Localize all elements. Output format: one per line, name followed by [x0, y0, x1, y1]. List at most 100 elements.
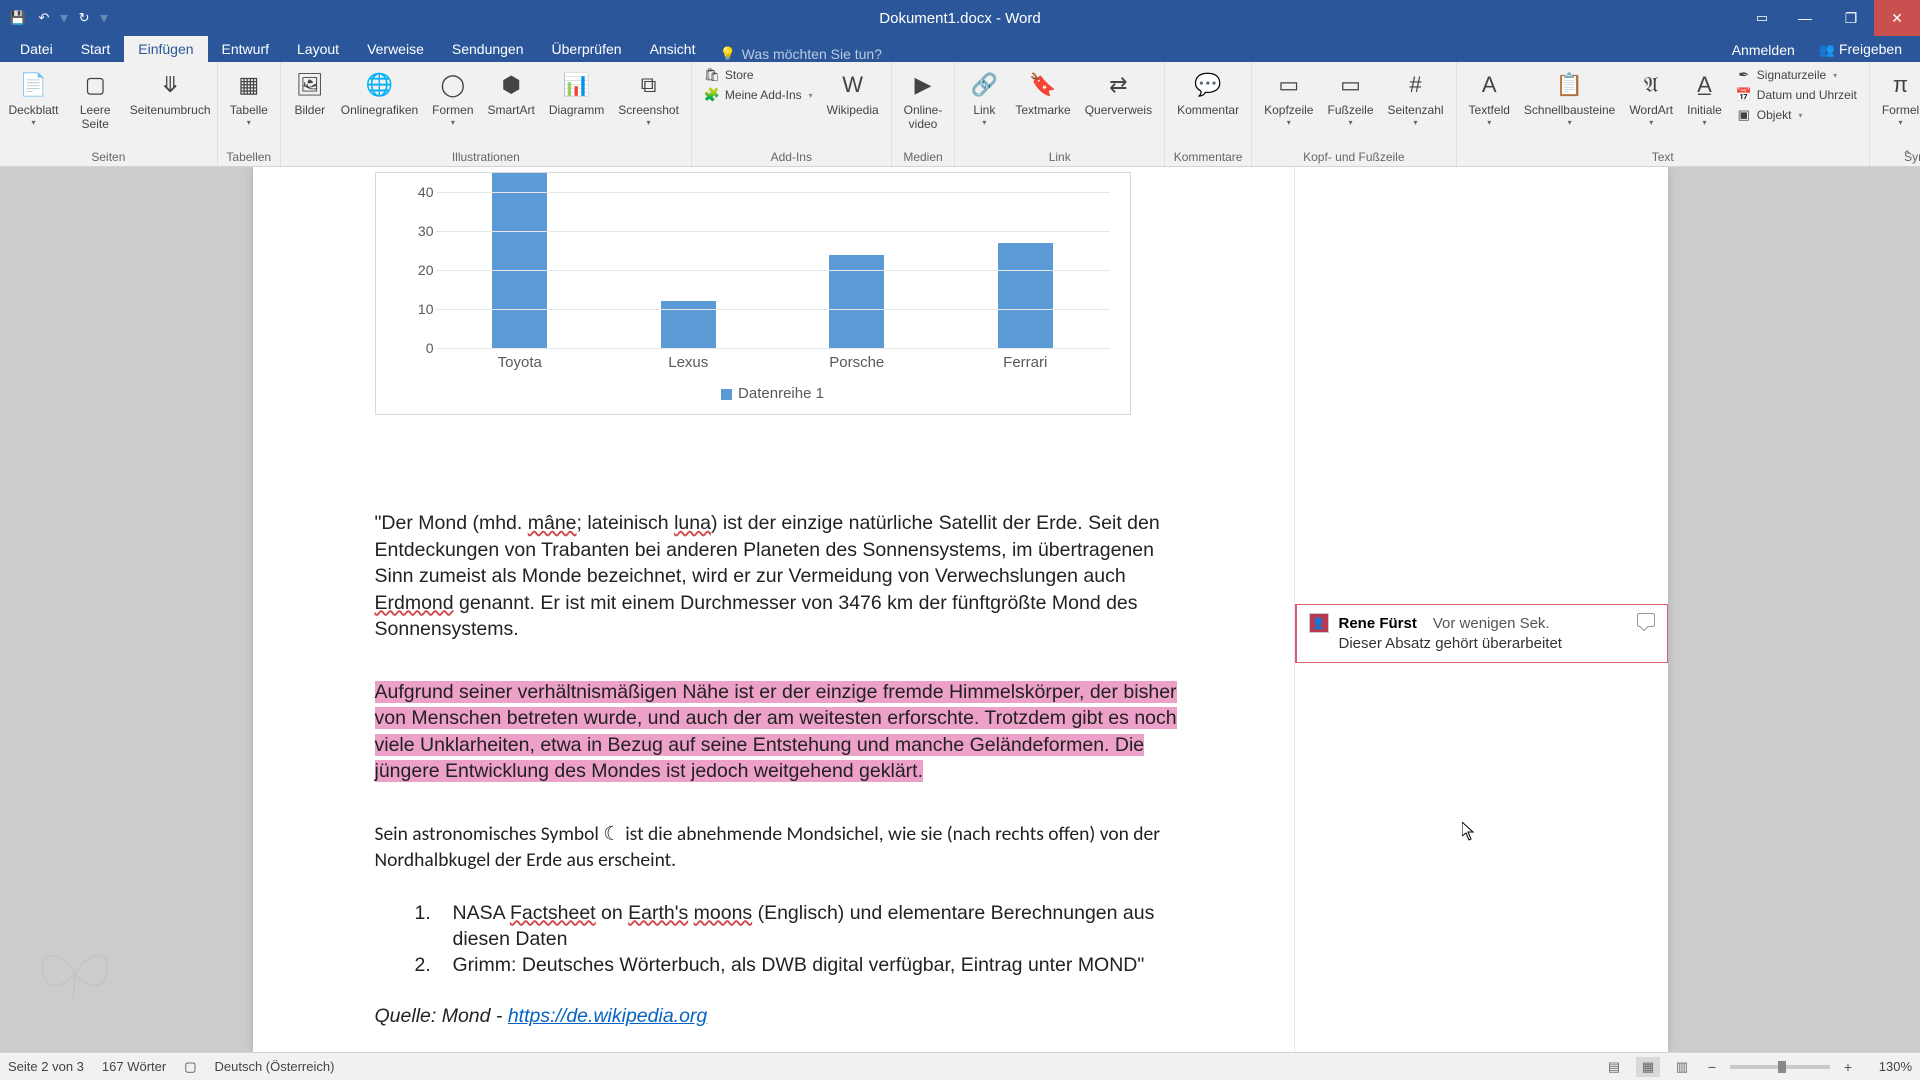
- paragraph-1[interactable]: "Der Mond (mhd. mâne; lateinisch luna) i…: [375, 510, 1175, 643]
- window-controls: ▭ — ❐ ✕: [1742, 0, 1920, 36]
- zoom-percent[interactable]: 130%: [1866, 1059, 1912, 1074]
- para1-text-b: ; lateinisch: [577, 512, 675, 534]
- embedded-chart[interactable]: 010203040 ToyotaLexusPorscheFerrari Date…: [375, 172, 1131, 415]
- reply-icon[interactable]: [1637, 613, 1655, 627]
- online-video-button[interactable]: ▶Online-video: [900, 66, 947, 134]
- tab-references[interactable]: Verweise: [353, 36, 438, 62]
- status-language[interactable]: Deutsch (Österreich): [215, 1059, 335, 1074]
- tell-me-placeholder: Was möchten Sie tun?: [742, 46, 882, 62]
- reference-list[interactable]: NASA Factsheet on Earth's moons (Englisc…: [453, 900, 1183, 979]
- redo-icon[interactable]: ↻: [72, 6, 96, 30]
- textbox-button[interactable]: ATextfeld▾: [1465, 66, 1514, 129]
- collapse-ribbon-icon[interactable]: ⌃: [1902, 148, 1912, 162]
- pictures-button[interactable]: 🖼Bilder: [289, 66, 331, 120]
- footer-label: Fußzeile: [1327, 104, 1373, 118]
- chart-button[interactable]: 📊Diagramm: [545, 66, 608, 120]
- reference-item-2[interactable]: Grimm: Deutsches Wörterbuch, als DWB dig…: [453, 952, 1183, 978]
- minimize-icon[interactable]: —: [1782, 0, 1828, 36]
- pagenum-button[interactable]: #Seitenzahl▾: [1384, 66, 1448, 129]
- link-button[interactable]: 🔗Link▾: [963, 66, 1005, 129]
- tab-file[interactable]: Datei: [6, 36, 67, 62]
- blank-page-button[interactable]: ▢Leere Seite: [65, 66, 126, 134]
- zoom-in-button[interactable]: +: [1840, 1059, 1856, 1075]
- status-proofing-icon[interactable]: ▢: [184, 1059, 196, 1075]
- source-link[interactable]: https://de.wikipedia.org: [508, 1005, 707, 1027]
- datetime-button[interactable]: 📅Datum und Uhrzeit: [1732, 86, 1861, 104]
- chart-y-tick: 30: [418, 223, 434, 239]
- watermark-icon: [30, 938, 120, 1008]
- crossref-label: Querverweis: [1085, 104, 1152, 118]
- ribbon-display-options-icon[interactable]: ▭: [1742, 0, 1782, 36]
- save-icon[interactable]: 💾: [6, 6, 30, 30]
- status-page[interactable]: Seite 2 von 3: [8, 1059, 84, 1074]
- cover-page-button[interactable]: 📄Deckblatt▾: [8, 66, 59, 129]
- paragraph-highlighted[interactable]: Aufgrund seiner verhältnismäßigen Nähe i…: [375, 679, 1190, 785]
- page-content[interactable]: 010203040 ToyotaLexusPorscheFerrari Date…: [253, 167, 1295, 1052]
- cover-page-label: Deckblatt: [8, 104, 58, 118]
- comment-card[interactable]: 👤 Rene Fürst Vor wenigen Sek. Dieser Abs…: [1295, 604, 1668, 663]
- screenshot-icon: ⧉: [632, 68, 666, 102]
- shapes-button[interactable]: ◯Formen▾: [428, 66, 477, 129]
- lightbulb-icon: 💡: [719, 46, 735, 62]
- signin-button[interactable]: Anmelden: [1722, 38, 1805, 62]
- wordart-button[interactable]: 𝔄WordArt▾: [1625, 66, 1677, 129]
- initials-button[interactable]: A̲Initiale▾: [1683, 66, 1726, 129]
- tab-home[interactable]: Start: [67, 36, 125, 62]
- chart-x-label: Ferrari: [941, 354, 1110, 371]
- chart-bar-rect: [492, 173, 547, 348]
- chart-x-labels: ToyotaLexusPorscheFerrari: [436, 354, 1110, 371]
- store-button[interactable]: 🛍Store: [700, 66, 817, 84]
- chart-y-axis: 010203040: [400, 173, 434, 348]
- zoom-thumb[interactable]: [1778, 1061, 1786, 1073]
- view-read-mode-icon[interactable]: ▤: [1602, 1057, 1626, 1077]
- smartart-button[interactable]: ⬢SmartArt: [484, 66, 539, 120]
- header-button[interactable]: ▭Kopfzeile▾: [1260, 66, 1317, 129]
- zoom-out-button[interactable]: −: [1704, 1059, 1720, 1075]
- wordart-icon: 𝔄: [1634, 68, 1668, 102]
- view-web-layout-icon[interactable]: ▥: [1670, 1057, 1694, 1077]
- close-icon[interactable]: ✕: [1874, 0, 1920, 36]
- table-button[interactable]: ▦Tabelle▾: [226, 66, 272, 129]
- link-icon: 🔗: [967, 68, 1001, 102]
- zoom-slider[interactable]: [1730, 1065, 1830, 1069]
- equation-button[interactable]: πFormel▾: [1878, 66, 1920, 129]
- footer-button[interactable]: ▭Fußzeile▾: [1323, 66, 1377, 129]
- quickparts-button[interactable]: 📋Schnellbausteine▾: [1520, 66, 1619, 129]
- object-button[interactable]: ▣Objekt▾: [1732, 106, 1861, 124]
- pictures-icon: 🖼: [293, 68, 327, 102]
- view-print-layout-icon[interactable]: ▦: [1636, 1057, 1660, 1077]
- tab-mailings[interactable]: Sendungen: [438, 36, 538, 62]
- wordart-label: WordArt: [1629, 104, 1673, 118]
- qat-customize-icon[interactable]: ▾: [100, 8, 108, 28]
- page-break-button[interactable]: ⤋Seitenumbruch: [132, 66, 209, 120]
- blank-page-label: Leere Seite: [69, 104, 122, 132]
- online-pictures-button[interactable]: 🌐Onlinegrafiken: [337, 66, 422, 120]
- tab-layout[interactable]: Layout: [283, 36, 353, 62]
- signature-line-button[interactable]: ✒Signaturzeile▾: [1732, 66, 1861, 84]
- bookmark-button[interactable]: 🔖Textmarke: [1011, 66, 1074, 120]
- chart-x-label: Porsche: [773, 354, 942, 371]
- ref1-b: on: [596, 902, 629, 924]
- crossref-button[interactable]: ⇄Querverweis: [1081, 66, 1156, 120]
- screenshot-label: Screenshot: [618, 104, 679, 118]
- status-words[interactable]: 167 Wörter: [102, 1059, 166, 1074]
- comment-button[interactable]: 💬Kommentar: [1173, 66, 1243, 120]
- group-media-label: Medien: [900, 148, 947, 164]
- screenshot-button[interactable]: ⧉Screenshot▾: [614, 66, 683, 129]
- chart-icon: 📊: [560, 68, 594, 102]
- tab-insert[interactable]: Einfügen: [124, 36, 207, 62]
- tab-review[interactable]: Überprüfen: [538, 36, 636, 62]
- paragraph-3[interactable]: Sein astronomisches Symbol ☾ ist die abn…: [375, 821, 1175, 874]
- maximize-icon[interactable]: ❐: [1828, 0, 1874, 36]
- tell-me-search[interactable]: 💡 Was möchten Sie tun?: [719, 46, 882, 62]
- my-addins-button[interactable]: 🧩Meine Add-Ins▾: [700, 86, 817, 104]
- comments-pane: 👤 Rene Fürst Vor wenigen Sek. Dieser Abs…: [1295, 167, 1668, 1052]
- wikipedia-button[interactable]: WWikipedia: [823, 66, 883, 120]
- group-text-label: Text: [1465, 148, 1861, 164]
- tab-view[interactable]: Ansicht: [636, 36, 710, 62]
- undo-icon[interactable]: ↶: [32, 6, 56, 30]
- source-line[interactable]: Quelle: Mond - https://de.wikipedia.org: [375, 1003, 1294, 1030]
- tab-design[interactable]: Entwurf: [208, 36, 283, 62]
- share-button[interactable]: 👥Freigeben: [1809, 37, 1912, 62]
- reference-item-1[interactable]: NASA Factsheet on Earth's moons (Englisc…: [453, 900, 1183, 953]
